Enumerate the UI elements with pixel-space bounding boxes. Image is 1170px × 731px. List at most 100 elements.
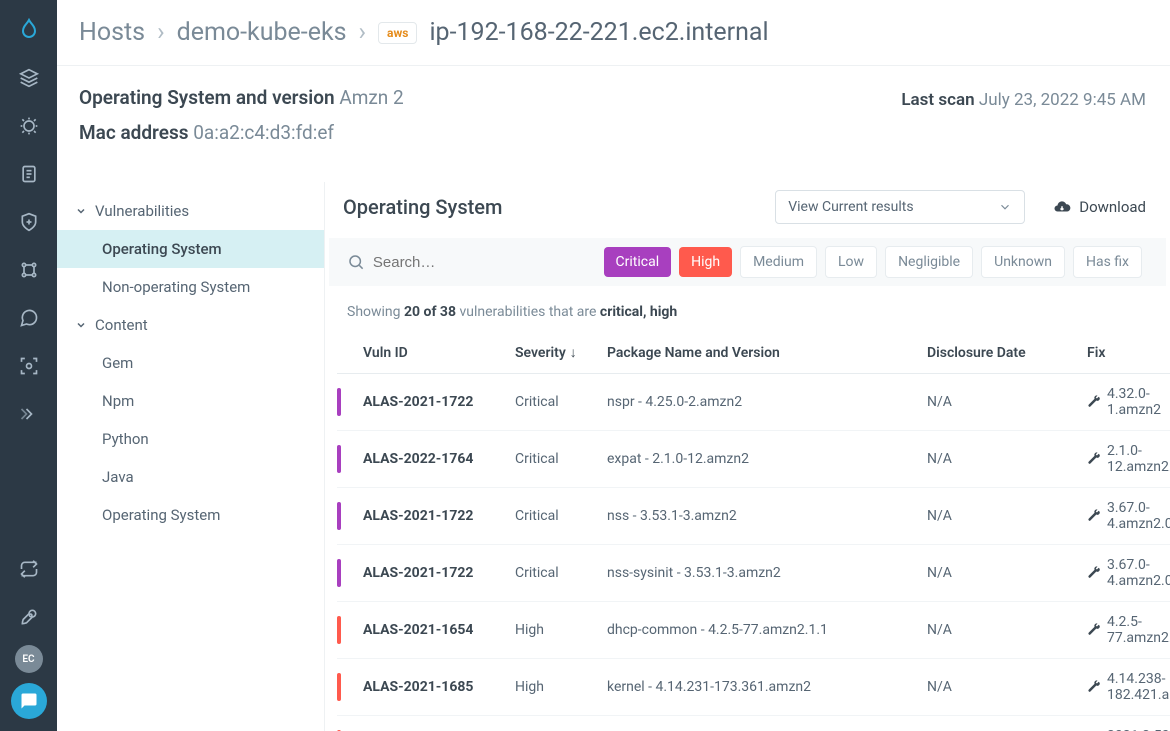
cell-fix: 4.32.0-1.amzn2: [1087, 386, 1170, 418]
cell-severity: Critical: [515, 394, 597, 410]
severity-indicator: [337, 673, 341, 701]
cell-disclosure: N/A: [927, 508, 1077, 524]
cell-fix: 4.14.238-182.421.amzn2: [1087, 671, 1170, 703]
wrench-icon: [1087, 452, 1101, 466]
rocket-icon[interactable]: [9, 597, 49, 637]
os-label: Operating System and version: [79, 86, 335, 109]
last-scan-label: Last scan: [901, 90, 974, 110]
sidebar-item-gem[interactable]: Gem: [57, 344, 324, 382]
chevron-right-icon: ›: [359, 18, 367, 47]
vuln-table: Vuln ID Severity ↓ Package Name and Vers…: [325, 330, 1170, 731]
severity-indicator: [337, 616, 341, 644]
sidebar-item-operating-system[interactable]: Operating System: [57, 230, 324, 268]
chevron-down-icon: [75, 319, 87, 331]
wrench-icon: [1087, 509, 1101, 523]
cell-severity: Critical: [515, 565, 597, 581]
view-results-select[interactable]: View Current results: [775, 190, 1025, 224]
os-value: Amzn 2: [339, 86, 403, 109]
download-button[interactable]: Download: [1053, 198, 1146, 216]
table-row[interactable]: ALAS-2021-1685Highkernel - 4.14.231-173.…: [337, 659, 1170, 716]
cell-fix: 4.2.5-77.amzn2.1.3: [1087, 614, 1170, 646]
cell-package: nss - 3.53.1-3.amzn2: [607, 508, 917, 524]
sidebar-item-content-os[interactable]: Operating System: [57, 496, 324, 534]
wrench-icon: [1087, 680, 1101, 694]
scan-icon[interactable]: [9, 346, 49, 386]
shield-icon[interactable]: [9, 202, 49, 242]
layers-icon[interactable]: [9, 58, 49, 98]
cell-disclosure: N/A: [927, 622, 1077, 638]
breadcrumb: Hosts › demo-kube-eks › aws ip-192-168-2…: [57, 0, 1170, 65]
search-input-container: [343, 246, 596, 278]
message-icon[interactable]: [9, 298, 49, 338]
wrench-icon: [1087, 566, 1101, 580]
cell-package: expat - 2.1.0-12.amzn2: [607, 451, 917, 467]
cell-severity: Critical: [515, 508, 597, 524]
content-panel: Operating System View Current results Do…: [325, 182, 1170, 731]
cell-severity: Critical: [515, 451, 597, 467]
cell-severity: High: [515, 679, 597, 695]
content-title: Operating System: [343, 195, 502, 219]
document-icon[interactable]: [9, 154, 49, 194]
cell-fix: 3.67.0-4.amzn2.0.1: [1087, 500, 1170, 532]
filter-chip-critical[interactable]: Critical: [604, 247, 672, 277]
filter-chip-low[interactable]: Low: [825, 246, 877, 278]
col-package[interactable]: Package Name and Version: [607, 345, 917, 361]
cell-vuln-id: ALAS-2022-1764: [355, 451, 505, 467]
cell-severity: High: [515, 622, 597, 638]
filter-chip-negligible[interactable]: Negligible: [885, 246, 973, 278]
severity-indicator: [337, 388, 341, 416]
severity-indicator: [337, 445, 341, 473]
results-summary: Showing 20 of 38 vulnerabilities that ar…: [325, 286, 1170, 330]
cell-vuln-id: ALAS-2021-1685: [355, 679, 505, 695]
bug-icon[interactable]: [9, 106, 49, 146]
chevron-down-icon: [75, 205, 87, 217]
filter-chip-high[interactable]: High: [679, 247, 732, 277]
table-row[interactable]: ALAS-2021-1722Criticalnss - 3.53.1-3.amz…: [337, 488, 1170, 545]
breadcrumb-root[interactable]: Hosts: [79, 18, 145, 47]
col-fix[interactable]: Fix: [1087, 345, 1170, 361]
col-disclosure[interactable]: Disclosure Date: [927, 345, 1077, 361]
cloud-download-icon: [1053, 198, 1071, 216]
user-avatar-badge[interactable]: EC: [15, 645, 43, 673]
wrench-icon: [1087, 395, 1101, 409]
sidebar: Vulnerabilities Operating System Non-ope…: [57, 182, 325, 731]
chevron-down-icon: [998, 200, 1012, 214]
sidebar-group-content[interactable]: Content: [57, 306, 324, 344]
col-vuln-id[interactable]: Vuln ID: [355, 345, 505, 361]
cell-package: nss-sysinit - 3.53.1-3.amzn2: [607, 565, 917, 581]
col-severity[interactable]: Severity ↓: [515, 344, 597, 361]
breadcrumb-level1[interactable]: demo-kube-eks: [177, 18, 347, 47]
cell-vuln-id: ALAS-2021-1654: [355, 622, 505, 638]
aws-provider-badge: aws: [378, 22, 417, 44]
table-row[interactable]: ALAS-2021-1710Highca-certificates - 2020…: [337, 716, 1170, 731]
network-icon[interactable]: [9, 250, 49, 290]
wrench-icon: [1087, 623, 1101, 637]
sidebar-item-java[interactable]: Java: [57, 458, 324, 496]
table-row[interactable]: ALAS-2021-1654Highdhcp-common - 4.2.5-77…: [337, 602, 1170, 659]
logo-icon[interactable]: [9, 10, 49, 50]
filter-chip-medium[interactable]: Medium: [740, 246, 817, 278]
filter-chip-hasfix[interactable]: Has fix: [1073, 246, 1142, 278]
sidebar-item-npm[interactable]: Npm: [57, 382, 324, 420]
chat-button[interactable]: [11, 683, 47, 719]
sidebar-item-non-operating-system[interactable]: Non-operating System: [57, 268, 324, 306]
filter-chip-unknown[interactable]: Unknown: [981, 246, 1065, 278]
sidebar-item-python[interactable]: Python: [57, 420, 324, 458]
table-row[interactable]: ALAS-2021-1722Criticalnspr - 4.25.0-2.am…: [337, 374, 1170, 431]
mac-value: 0a:a2:c4:d3:fd:ef: [193, 121, 334, 144]
table-row[interactable]: ALAS-2022-1764 Critical expat - 2.1.0-12.a…: [337, 431, 1170, 488]
table-header: Vuln ID Severity ↓ Package Name and Vers…: [337, 330, 1170, 374]
refresh-icon[interactable]: [9, 549, 49, 589]
expand-icon[interactable]: [9, 394, 49, 434]
table-row[interactable]: ALAS-2021-1722Criticalnss-sysinit - 3.53…: [337, 545, 1170, 602]
mac-label: Mac address: [79, 121, 188, 144]
cell-disclosure: N/A: [927, 394, 1077, 410]
cell-fix: 3.67.0-4.amzn2.0.1: [1087, 557, 1170, 589]
sidebar-group-vulnerabilities[interactable]: Vulnerabilities: [57, 192, 324, 230]
cell-disclosure: N/A: [927, 451, 1077, 467]
sort-desc-icon: ↓: [570, 344, 577, 361]
cell-vuln-id: ALAS-2021-1722: [355, 394, 505, 410]
search-input[interactable]: [373, 254, 592, 271]
cell-disclosure: N/A: [927, 679, 1077, 695]
host-meta: Operating System and version Amzn 2 Mac …: [57, 66, 1170, 164]
